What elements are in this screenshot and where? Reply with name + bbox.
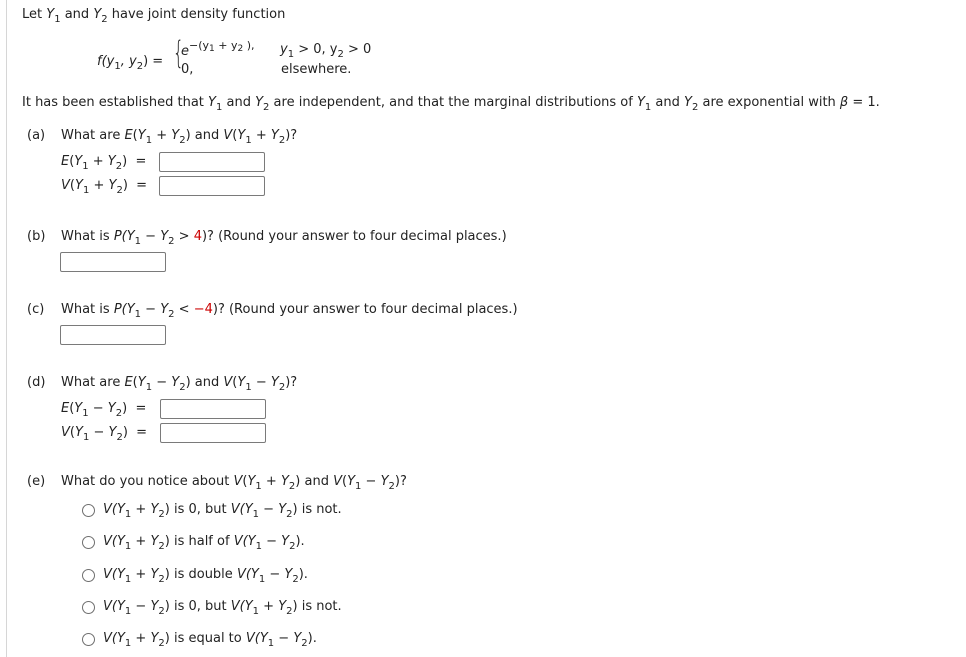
part-b-question: What is P(Y1 − Y2 > 4)? (Round your answ… — [61, 229, 507, 247]
highlighted-value: 4 — [193, 229, 202, 244]
answer-input-v-diff[interactable] — [160, 423, 266, 443]
independence-statement: It has been established that Y1 and Y2 a… — [22, 95, 880, 113]
part-a-label: (a) — [27, 128, 46, 143]
formula-case1-value: e−(y1 + y2 ), — [181, 39, 255, 59]
part-a-e-label: E(Y1 + Y2) = — [61, 154, 147, 172]
radio-button[interactable] — [82, 569, 95, 582]
radio-option-label[interactable]: V(Y1 + Y2) is equal to V(Y1 − Y2). — [103, 631, 317, 649]
formula-lhs: f(y1, y2) = — [97, 54, 164, 72]
answer-input-p-less[interactable] — [60, 325, 166, 345]
part-c-question: What is P(Y1 − Y2 < −4)? (Round your ans… — [61, 302, 518, 320]
radio-option-label[interactable]: V(Y1 + Y2) is half of V(Y1 − Y2). — [103, 534, 305, 552]
formula-case2-condition: elsewhere. — [281, 62, 352, 77]
intro-text: Let Y1 and Y2 have joint density functio… — [22, 7, 286, 25]
part-b-label: (b) — [27, 229, 46, 244]
answer-input-e-diff[interactable] — [160, 399, 266, 419]
part-c-label: (c) — [27, 302, 45, 317]
radio-option-label[interactable]: V(Y1 + Y2) is 0, but V(Y1 − Y2) is not. — [103, 502, 342, 520]
answer-input-e-sum[interactable] — [159, 152, 265, 172]
part-d-e-label: E(Y1 − Y2) = — [61, 401, 147, 419]
left-border-rule — [6, 0, 7, 657]
formula-case1-condition: y1 > 0, y2 > 0 — [280, 42, 372, 60]
part-d-question: What are E(Y1 − Y2) and V(Y1 − Y2)? — [61, 375, 298, 393]
radio-option-label[interactable]: V(Y1 + Y2) is double V(Y1 − Y2). — [103, 567, 308, 585]
part-e-question: What do you notice about V(Y1 + Y2) and … — [61, 474, 407, 492]
radio-button[interactable] — [82, 536, 95, 549]
radio-button[interactable] — [82, 633, 95, 646]
part-d-v-label: V(Y1 − Y2) = — [61, 425, 148, 443]
part-d-label: (d) — [27, 375, 46, 390]
part-a-v-label: V(Y1 + Y2) = — [61, 178, 148, 196]
radio-button[interactable] — [82, 504, 95, 517]
formula-case2-value: 0, — [181, 62, 194, 77]
radio-button[interactable] — [82, 601, 95, 614]
answer-input-v-sum[interactable] — [159, 176, 265, 196]
highlighted-value: −4 — [193, 302, 213, 317]
part-e-label: (e) — [27, 474, 46, 489]
radio-option-label[interactable]: V(Y1 − Y2) is 0, but V(Y1 + Y2) is not. — [103, 599, 342, 617]
answer-input-p-greater[interactable] — [60, 252, 166, 272]
part-a-question: What are E(Y1 + Y2) and V(Y1 + Y2)? — [61, 128, 298, 146]
